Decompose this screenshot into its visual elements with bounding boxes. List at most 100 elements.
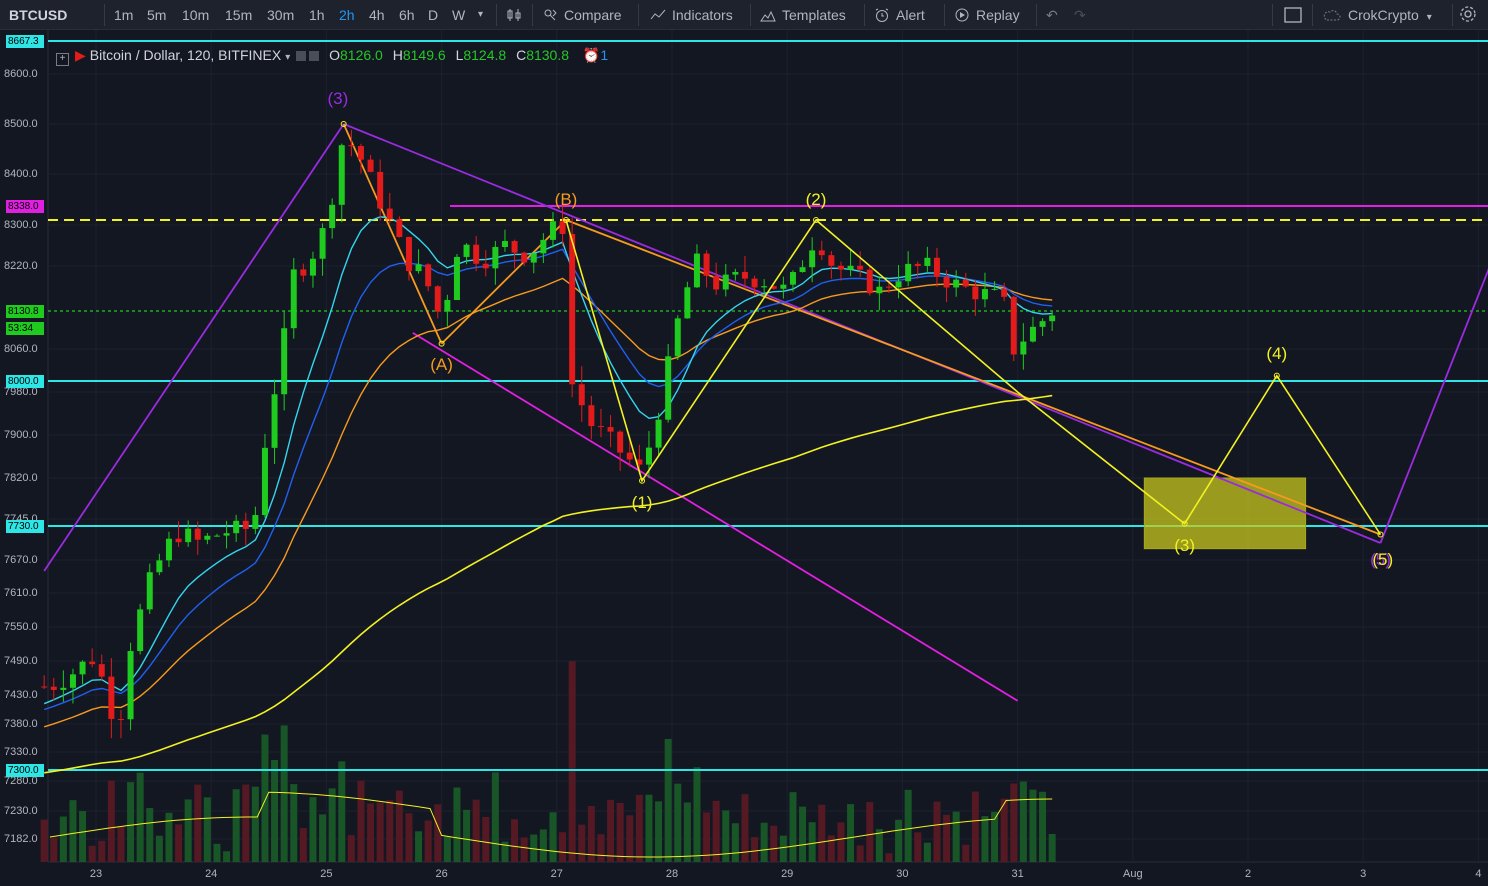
compare-button[interactable]: Compare	[542, 0, 622, 30]
replay-label: Replay	[976, 7, 1020, 23]
candle-body	[885, 286, 892, 288]
price-tag: 8667.3	[6, 35, 44, 48]
candle-body	[789, 272, 796, 285]
interval-1h[interactable]: 1h	[309, 0, 325, 30]
interval-30m[interactable]: 30m	[267, 0, 294, 30]
more-icon[interactable]	[309, 51, 320, 61]
price-tick: 7550.0	[4, 621, 38, 633]
candle-body	[751, 278, 758, 288]
volume-bar	[213, 843, 221, 862]
volume-bar	[463, 809, 471, 862]
candle-body	[69, 674, 76, 688]
volume-bar	[1019, 781, 1027, 862]
volume-bar	[587, 805, 595, 862]
volume-bar	[597, 834, 605, 862]
candle-body	[492, 247, 499, 269]
toolbar-separator	[496, 4, 497, 26]
alert-label: Alert	[896, 7, 925, 23]
volume-bar	[1048, 833, 1056, 862]
volume-bar	[693, 767, 701, 862]
toolbar-separator	[1452, 4, 1453, 26]
volume-bar	[578, 824, 586, 862]
volume-bar	[559, 832, 567, 862]
candle-body	[665, 356, 672, 420]
volume-bar	[971, 791, 979, 862]
alert-button[interactable]: Alert	[874, 0, 925, 30]
candle-body	[991, 288, 998, 290]
time-tick: 30	[896, 868, 909, 880]
interval-W[interactable]: W	[452, 0, 465, 30]
interval-5m[interactable]: 5m	[147, 0, 166, 30]
target-zone[interactable]	[1143, 477, 1307, 550]
candle-body	[204, 535, 211, 540]
interval-10m[interactable]: 10m	[182, 0, 209, 30]
eye-icon[interactable]	[296, 51, 307, 61]
volume-bar	[683, 802, 691, 862]
candle-body	[1029, 326, 1036, 342]
volume-bar	[933, 801, 941, 862]
volume-bar	[962, 844, 970, 862]
interval-1m[interactable]: 1m	[114, 0, 133, 30]
interval-dropdown-icon[interactable]: ▾	[478, 0, 483, 30]
candle-body	[837, 265, 844, 270]
indicators-button[interactable]: Indicators	[650, 0, 733, 30]
chart-style-button[interactable]	[506, 0, 528, 30]
candle-body	[732, 271, 739, 275]
toolbar-separator	[944, 4, 945, 26]
symbol-search[interactable]: BTCUSD	[9, 0, 67, 30]
price-chart[interactable]	[0, 30, 1488, 886]
volume-bar	[645, 794, 653, 862]
candle-body	[396, 219, 403, 238]
alert-count: 1	[600, 47, 609, 63]
undo-icon[interactable]: ↶	[1046, 0, 1058, 30]
open-value: 8126.0	[340, 47, 383, 63]
volume-bar	[1039, 791, 1047, 862]
interval-D[interactable]: D	[428, 0, 438, 30]
candle-body	[165, 538, 172, 561]
volume-bar	[520, 837, 528, 862]
volume-bar	[789, 792, 797, 862]
price-tag: 53:34	[6, 322, 44, 335]
volume-bar	[760, 822, 768, 862]
compare-icon	[544, 9, 557, 21]
templates-button[interactable]: Templates	[760, 0, 846, 30]
candle-body	[175, 538, 182, 543]
interval-6h[interactable]: 6h	[399, 0, 415, 30]
candle-body	[357, 145, 364, 160]
toolbar-separator	[532, 4, 533, 26]
volume-bar	[549, 812, 557, 862]
price-tick: 7820.0	[4, 472, 38, 484]
interval-4h[interactable]: 4h	[369, 0, 385, 30]
volume-bar	[376, 802, 384, 862]
wave-label: (5)	[1372, 550, 1394, 569]
chevron-down-icon[interactable]: ▾	[285, 52, 290, 63]
candle-body	[194, 528, 201, 540]
candle-body	[895, 281, 902, 288]
volume-bar	[1010, 783, 1018, 862]
legend-toggle-icon[interactable]: +	[56, 53, 69, 66]
wave-label: (B)	[554, 189, 578, 209]
candle-body	[290, 269, 297, 329]
price-tick: 7490.0	[4, 655, 38, 667]
volume-bar	[511, 819, 519, 862]
volume-bar	[136, 772, 144, 862]
toolbar-separator	[104, 4, 105, 26]
high-value: 8149.6	[402, 47, 446, 63]
replay-button[interactable]: Replay	[954, 0, 1020, 30]
alarm-clock-icon[interactable]: ⏰	[583, 47, 600, 63]
time-tick: 27	[550, 868, 563, 880]
price-tag: 7300.0	[6, 764, 44, 777]
interval-2h[interactable]: 2h	[339, 0, 355, 30]
user-layout-button[interactable]: CrokCrypto ▾	[1322, 0, 1432, 30]
candle-body	[79, 661, 86, 675]
interval-15m[interactable]: 15m	[225, 0, 252, 30]
candle-body	[703, 253, 710, 276]
fullscreen-button[interactable]	[1284, 0, 1308, 30]
candle-body	[271, 394, 278, 448]
redo-icon[interactable]: ↷	[1074, 0, 1086, 30]
settings-button[interactable]	[1459, 0, 1483, 30]
candle-body	[818, 250, 825, 256]
candle-body	[1039, 321, 1046, 327]
time-tick: 2	[1244, 868, 1252, 880]
volume-bar	[328, 788, 336, 862]
